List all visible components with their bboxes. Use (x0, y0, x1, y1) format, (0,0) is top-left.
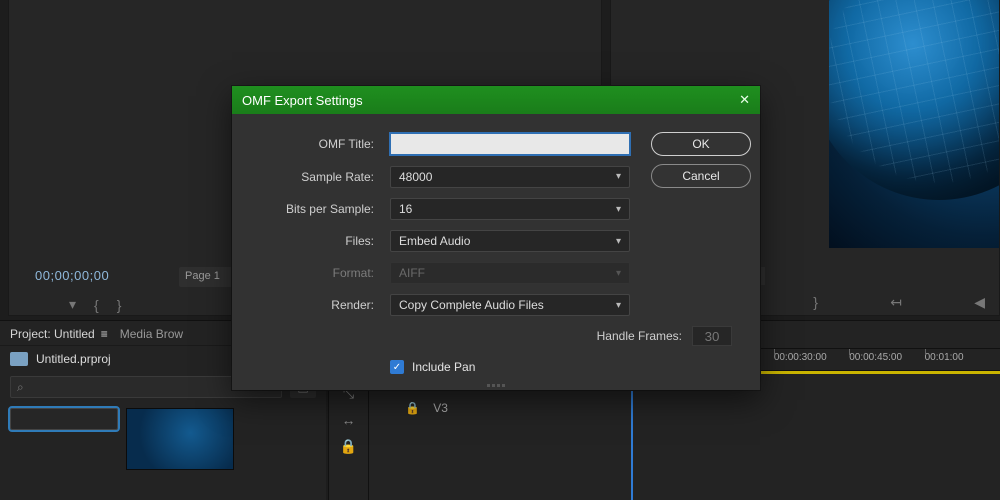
bracket-out-icon[interactable]: } (117, 297, 122, 313)
search-icon: ⌕ (17, 380, 24, 395)
omf-title-input[interactable] (390, 133, 630, 155)
include-pan-checkbox[interactable]: ✓ Include Pan (390, 356, 630, 374)
render-select[interactable]: Copy Complete Audio Files ▾ (390, 294, 630, 316)
cancel-button[interactable]: Cancel (651, 164, 751, 188)
chevron-down-icon: ▾ (616, 204, 621, 215)
source-timecode: 00;00;00;00 (35, 268, 109, 283)
resize-grip-icon[interactable] (487, 384, 505, 387)
omf-export-dialog: OMF Export Settings ✕ OMF Title: OK Canc… (232, 86, 760, 390)
source-transport-controls: ▾ { } (69, 296, 121, 313)
format-select-disabled: AIFF ▾ (390, 262, 630, 284)
label-omf-title: OMF Title: (256, 137, 374, 151)
lock-icon[interactable]: 🔒 (405, 401, 420, 415)
bracket-out-icon[interactable]: } (813, 294, 818, 311)
bits-value: 16 (399, 202, 412, 216)
sample-rate-select[interactable]: 48000 ▾ (390, 166, 630, 188)
bits-select[interactable]: 16 ▾ (390, 198, 630, 220)
slip-tool-icon[interactable]: ↔ (342, 412, 356, 428)
ok-button[interactable]: OK (651, 132, 751, 156)
play-back-icon[interactable]: ◀ (974, 294, 985, 311)
files-value: Embed Audio (399, 234, 470, 248)
clip-thumbnail[interactable] (126, 408, 234, 470)
ruler-tick: 00:00:45:00 (849, 349, 924, 370)
chevron-down-icon: ▾ (616, 268, 621, 279)
project-file-icon (10, 352, 28, 366)
dialog-titlebar[interactable]: OMF Export Settings ✕ (232, 86, 760, 114)
dialog-title-text: OMF Export Settings (242, 93, 363, 108)
chevron-down-icon: ▾ (616, 171, 621, 182)
label-files: Files: (256, 234, 374, 248)
program-preview (829, 0, 999, 248)
globe-graphic (829, 0, 999, 200)
chevron-down-icon: ▾ (616, 300, 621, 311)
app-root: 00;00;00;00 Page 1 ▾ { } 2:12 Fit ▾ { } … (0, 0, 1000, 500)
render-value: Copy Complete Audio Files (399, 298, 544, 312)
format-value: AIFF (399, 266, 425, 280)
label-handle-frames: Handle Frames: (597, 329, 682, 343)
tab-media-browser[interactable]: Media Brow (120, 327, 183, 341)
track-header[interactable]: 🔒 V3 (405, 401, 448, 415)
include-pan-label: Include Pan (412, 360, 475, 374)
sample-rate-value: 48000 (399, 170, 432, 184)
ruler-tick: 00:01:00 (925, 349, 1000, 370)
label-format: Format: (256, 266, 374, 280)
tab-project[interactable]: Project: Untitled ≡ (10, 327, 108, 341)
ruler-tick: 00:00:30:00 (774, 349, 849, 370)
tab-project-label: Project: Untitled (10, 327, 95, 341)
panel-menu-icon[interactable]: ≡ (101, 327, 108, 341)
label-sample-rate: Sample Rate: (256, 170, 374, 184)
label-render: Render: (256, 298, 374, 312)
close-icon[interactable]: ✕ (739, 92, 750, 108)
track-lock-icon[interactable]: 🔒 (340, 438, 357, 455)
chevron-down-icon: ▾ (616, 236, 621, 247)
handle-frames-input (692, 326, 732, 346)
bracket-in-icon[interactable]: { (94, 297, 99, 313)
marker-icon[interactable]: ▾ (69, 296, 76, 313)
label-bits: Bits per Sample: (256, 202, 374, 216)
clip-thumbnail[interactable] (10, 408, 118, 430)
project-file-name: Untitled.prproj (36, 352, 111, 366)
step-back-icon[interactable]: ↤ (890, 294, 902, 311)
files-select[interactable]: Embed Audio ▾ (390, 230, 630, 252)
checkbox-checked-icon: ✓ (390, 360, 404, 374)
bin-thumbnails (0, 402, 326, 476)
track-name: V3 (433, 401, 448, 415)
